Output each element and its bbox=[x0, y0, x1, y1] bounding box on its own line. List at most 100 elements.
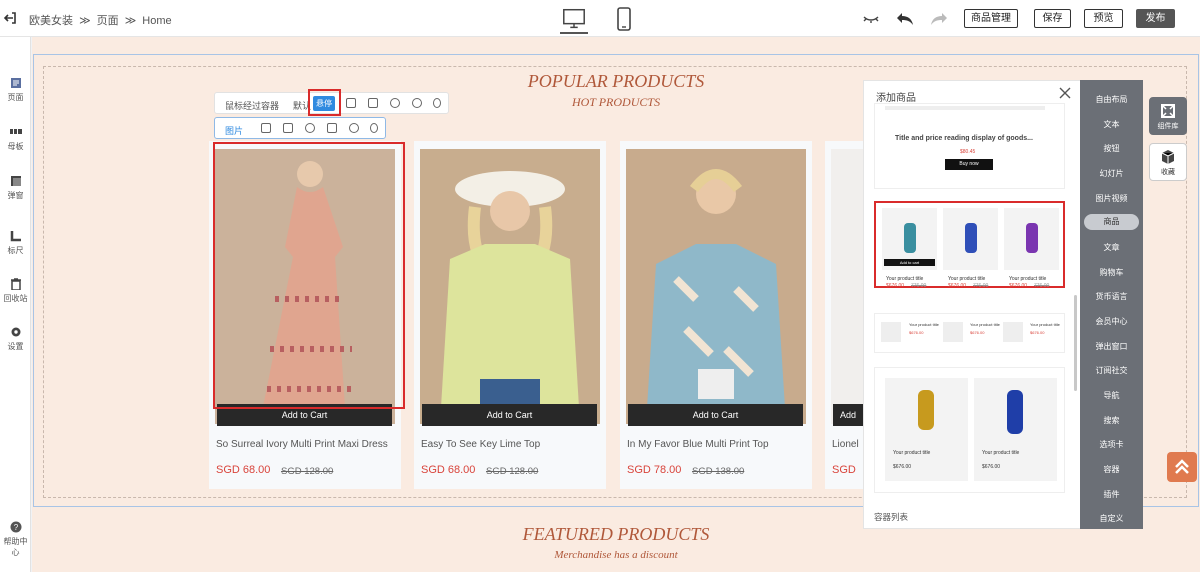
settings-icon[interactable] bbox=[412, 98, 422, 108]
breadcrumb-pages[interactable]: 页面 bbox=[97, 15, 119, 27]
product-name[interactable]: Easy To See Key Lime Top bbox=[421, 439, 540, 450]
close-icon[interactable] bbox=[1059, 87, 1071, 99]
template-item-title: Your product title bbox=[982, 450, 1020, 456]
style-icon[interactable] bbox=[346, 98, 356, 108]
image-label[interactable]: 图片 bbox=[225, 124, 243, 137]
template-item-title: Your product title bbox=[948, 276, 986, 282]
product-card[interactable]: Add to Cart In My Favor Blue Multi Print… bbox=[620, 141, 812, 489]
settings-icon[interactable] bbox=[349, 123, 359, 133]
eye-icon[interactable] bbox=[433, 98, 441, 108]
crop-icon[interactable] bbox=[327, 123, 337, 133]
link-icon[interactable] bbox=[283, 123, 293, 133]
nav-currency-language[interactable]: 货币语言 bbox=[1080, 291, 1143, 302]
nav-search[interactable]: 搜索 bbox=[1080, 415, 1143, 426]
nav-free-layout[interactable]: 自由布局 bbox=[1080, 94, 1143, 105]
product-image[interactable] bbox=[831, 149, 863, 424]
template-item-title: Your product title bbox=[886, 276, 924, 282]
style-icon[interactable] bbox=[261, 123, 271, 133]
nav-subscribe-social[interactable]: 订阅社交 bbox=[1080, 365, 1143, 376]
add-to-cart-button[interactable]: Add to Cart bbox=[628, 404, 803, 426]
page-icon bbox=[10, 78, 21, 88]
product-image[interactable] bbox=[420, 149, 600, 424]
breadcrumb: 欧美女装 ≫ 页面 ≫ Home bbox=[29, 12, 175, 28]
sidebar-item-page[interactable]: 页面 bbox=[0, 77, 31, 103]
sidebar-item-label: 母板 bbox=[7, 142, 24, 151]
nav-products[interactable]: 商品 bbox=[1084, 214, 1139, 230]
redo-icon[interactable] bbox=[928, 9, 950, 27]
nav-navigation[interactable]: 导航 bbox=[1080, 390, 1143, 401]
lime-top-photo bbox=[420, 149, 600, 424]
zoom-icon[interactable] bbox=[305, 123, 315, 133]
product-card[interactable]: Add to Cart Easy To See Key Lime Top SGD… bbox=[414, 141, 606, 489]
nav-button[interactable]: 按钮 bbox=[1080, 143, 1143, 154]
sidebar-item-settings[interactable]: 设置 bbox=[0, 326, 31, 352]
mobile-view-icon[interactable] bbox=[610, 6, 638, 34]
nav-text[interactable]: 文本 bbox=[1080, 119, 1143, 130]
container-list-label[interactable]: 容器列表 bbox=[874, 511, 908, 523]
product-name[interactable]: Lionel bbox=[832, 439, 859, 450]
nav-image-video[interactable]: 图片视频 bbox=[1080, 193, 1143, 204]
exit-icon[interactable] bbox=[3, 11, 17, 25]
add-to-cart-button[interactable]: Add to Cart bbox=[422, 404, 597, 426]
template-preview-price: $80.45 bbox=[960, 149, 976, 155]
preview-button[interactable]: 预览 bbox=[1084, 9, 1123, 28]
sidebar-item-trash[interactable]: 回收站 bbox=[0, 278, 31, 304]
product-name[interactable]: In My Favor Blue Multi Print Top bbox=[627, 439, 769, 450]
nav-plugins[interactable]: 插件 bbox=[1080, 489, 1143, 500]
template-item-price: $676.00 bbox=[893, 464, 912, 470]
hover-highlight-box bbox=[308, 89, 341, 116]
next-section-subtitle[interactable]: Merchandise has a discount bbox=[32, 549, 1200, 561]
undo-icon[interactable] bbox=[894, 9, 916, 27]
nav-article[interactable]: 文章 bbox=[1080, 242, 1143, 253]
product-name[interactable]: So Surreal Ivory Multi Print Maxi Dress bbox=[216, 439, 388, 450]
sidebar-item-popup[interactable]: 弹窗 bbox=[0, 175, 31, 201]
favorites-button[interactable]: 收藏 bbox=[1149, 143, 1187, 181]
library-icon bbox=[1161, 104, 1175, 118]
cube-icon[interactable] bbox=[390, 98, 400, 108]
add-to-cart-button[interactable]: Add bbox=[833, 404, 863, 426]
product-image[interactable] bbox=[626, 149, 806, 424]
product-price: SGD 78.00 bbox=[627, 464, 682, 476]
breadcrumb-site[interactable]: 欧美女装 bbox=[29, 15, 73, 27]
image-toolbar: 图片 bbox=[214, 117, 386, 139]
template-preview-text: Title and price reading display of goods… bbox=[895, 135, 1033, 142]
template-item-title: Your product title bbox=[909, 322, 939, 327]
ruler-icon bbox=[10, 231, 21, 242]
publish-button[interactable]: 发布 bbox=[1136, 9, 1175, 28]
sidebar-item-label: 设置 bbox=[7, 342, 24, 351]
nav-cart[interactable]: 购物车 bbox=[1080, 267, 1143, 278]
product-list-template-option[interactable]: Your product title $676.00 Your product … bbox=[874, 313, 1065, 353]
panel-scrollbar[interactable] bbox=[1074, 295, 1077, 391]
nav-custom[interactable]: 自定义 bbox=[1080, 513, 1143, 524]
eye-icon[interactable] bbox=[370, 123, 378, 133]
template-item-title: Your product title bbox=[970, 322, 1000, 327]
template-item-price: $676.00 bbox=[948, 283, 967, 289]
template-item-price: $676.00 bbox=[1009, 283, 1028, 289]
product-card[interactable]: Add Lionel SGD bbox=[825, 141, 863, 489]
nav-member-center[interactable]: 会员中心 bbox=[1080, 316, 1143, 327]
goods-management-button[interactable]: 商品管理 bbox=[964, 9, 1018, 28]
breadcrumb-separator: ≫ bbox=[79, 15, 91, 27]
sidebar-item-ruler[interactable]: 标尺 bbox=[0, 230, 31, 256]
product-grid-template-option[interactable]: Add to cart Your product title Your prod… bbox=[874, 201, 1065, 289]
product-price: SGD 68.00 bbox=[216, 464, 271, 476]
save-button[interactable]: 保存 bbox=[1034, 9, 1071, 28]
sidebar-item-help[interactable]: ? 帮助中心 bbox=[0, 521, 31, 558]
add-product-panel: 添加商品 Title and price reading display of … bbox=[863, 80, 1081, 529]
sidebar-item-template[interactable]: 母板 bbox=[0, 126, 31, 152]
nav-container[interactable]: 容器 bbox=[1080, 464, 1143, 475]
desktop-view-icon[interactable] bbox=[560, 6, 588, 34]
component-library-label: 组件库 bbox=[1157, 123, 1179, 130]
product-template-option[interactable]: Title and price reading display of goods… bbox=[874, 103, 1065, 189]
nav-popup-window[interactable]: 弹出窗口 bbox=[1080, 341, 1143, 352]
component-library-button[interactable]: 组件库 bbox=[1149, 97, 1187, 135]
sidebar-item-label: 标尺 bbox=[7, 246, 24, 255]
hide-eye-icon[interactable] bbox=[860, 9, 882, 27]
back-to-top-button[interactable] bbox=[1167, 452, 1197, 482]
copy-icon[interactable] bbox=[368, 98, 378, 108]
blue-print-top-photo bbox=[626, 149, 806, 424]
nav-tabs[interactable]: 选项卡 bbox=[1080, 439, 1143, 450]
product-large-template-option[interactable]: Your product title $676.00 Your product … bbox=[874, 367, 1065, 493]
nav-slideshow[interactable]: 幻灯片 bbox=[1080, 168, 1143, 179]
template-product-thumb: Add to cart bbox=[882, 208, 937, 270]
